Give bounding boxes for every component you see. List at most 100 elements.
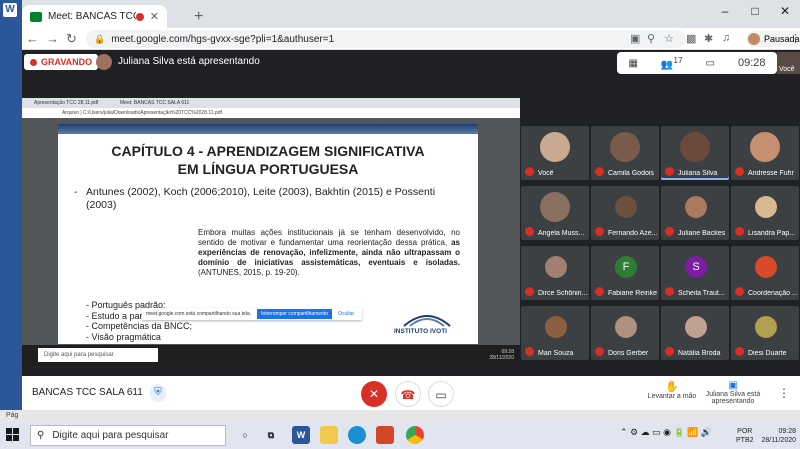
extension-icon[interactable]: ▩ — [686, 32, 696, 45]
avatar — [685, 316, 707, 338]
powerpoint-icon[interactable] — [376, 426, 394, 444]
mic-off-icon — [525, 347, 534, 356]
participant-name: Diesi Duarte — [748, 350, 787, 357]
word-app-icon[interactable]: W — [292, 426, 310, 444]
task-switch-icon[interactable]: ⧉ — [262, 426, 280, 444]
task-view-icon[interactable]: ○ — [236, 426, 254, 444]
puzzle-icon[interactable]: ✱ — [704, 32, 713, 45]
slide-title: CAPÍTULO 4 - APRENDIZAGEM SIGNIFICATIVA … — [58, 142, 478, 178]
raise-hand-button[interactable]: ✋ Levantar a mão — [642, 380, 702, 400]
edge-icon[interactable] — [348, 426, 366, 444]
participant-name: Camila Godois — [608, 170, 654, 177]
participant-tile[interactable]: Fernando Aze... — [591, 186, 659, 240]
shield-icon[interactable]: ⛨ — [150, 384, 166, 402]
more-options-icon[interactable]: ⋮ — [778, 386, 790, 400]
participant-tile[interactable]: Natália Broda — [661, 306, 729, 360]
tray-icons[interactable]: ⌃ ⚙ ☁ ▭ ◉ 🔋 📶 🔊 — [620, 427, 712, 437]
shared-tab-meet: Meet: BANCAS TCC SALA 611 — [120, 100, 190, 106]
slide-quote: Embora muitas ações institucionais já se… — [198, 228, 460, 278]
slide-list: - Português padrão; - Estudo a partir da… — [86, 300, 346, 342]
maximize-button[interactable]: □ — [740, 4, 770, 18]
list-item: - Visão pragmática — [86, 331, 161, 342]
layout-icon[interactable]: ▦ — [628, 58, 637, 69]
meet-icon — [30, 11, 42, 22]
participant-tile[interactable]: Dirce Schönin... — [521, 246, 589, 300]
search-icon: ⚲ — [37, 430, 45, 441]
language-indicator[interactable]: POR PTB2 — [736, 427, 754, 445]
slide-title-line1: CAPÍTULO 4 - APRENDIZAGEM SIGNIFICATIVA — [111, 143, 425, 159]
participant-tile[interactable]: Lisandra Pap... — [731, 186, 799, 240]
participant-tile[interactable]: Diesi Duarte — [731, 306, 799, 360]
participant-tile[interactable]: Camila Godois — [591, 126, 659, 180]
tab-title: Meet: BANCAS TCC SALA 611 — [48, 11, 136, 22]
participant-tile[interactable]: Juliana Silva — [661, 126, 729, 180]
avatar — [615, 316, 637, 338]
participant-tile[interactable]: Doris Gerber — [591, 306, 659, 360]
mic-off-icon — [665, 227, 674, 236]
bookmark-star-icon[interactable]: ☆ — [664, 32, 674, 45]
pdf-viewer: CAPÍTULO 4 - APRENDIZAGEM SIGNIFICATIVA … — [22, 118, 520, 345]
hang-up-button[interactable]: ☎ — [395, 381, 421, 407]
reload-icon[interactable]: ↻ — [66, 31, 77, 47]
browser-toolbar: ← → ↻ 🔒 meet.google.com/hgs-gvxx-sge?pli… — [22, 28, 800, 50]
tab-meet[interactable]: Meet: BANCAS TCC SALA 611 ✕ — [22, 5, 167, 28]
zoom-icon[interactable]: ⚲ — [647, 32, 655, 45]
close-tab-icon[interactable]: ✕ — [150, 10, 159, 23]
chat-icon[interactable]: ▭ — [706, 58, 715, 69]
minimize-button[interactable]: – — [710, 4, 740, 18]
mic-off-icon — [595, 167, 604, 176]
new-tab-button[interactable]: + — [194, 8, 203, 26]
participant-tile[interactable]: Coordenação ... — [731, 246, 799, 300]
self-view-thumbnail[interactable]: Você — [777, 52, 800, 74]
presenting-button[interactable]: ▣ Juliana Silva está apresentando — [698, 380, 768, 405]
taskbar-search[interactable]: ⚲ Digite aqui para pesquisar — [30, 425, 226, 446]
participant-tile[interactable]: Mari Souza — [521, 306, 589, 360]
raise-hand-label: Levantar a mão — [647, 393, 697, 400]
participant-tile[interactable]: Angela Muss... — [521, 186, 589, 240]
participant-name: Andresse Fuhr — [748, 170, 794, 177]
participant-name: Juliana Silva — [678, 170, 718, 177]
chrome-tab-strip: Meet: BANCAS TCC SALA 611 ✕ + – □ ✕ — [22, 0, 800, 28]
file-explorer-icon[interactable] — [320, 426, 338, 444]
shared-taskbar-clock: 09:28 28/11/2020 — [489, 349, 514, 361]
mic-off-button[interactable]: ✕ — [361, 381, 387, 407]
slide-title-line2: EM LÍNGUA PORTUGUESA — [177, 161, 359, 177]
participant-tile[interactable]: S Scheila Traut... — [661, 246, 729, 300]
back-arrow-icon[interactable]: ← — [26, 31, 39, 46]
hide-button[interactable]: Ocultar — [338, 311, 354, 317]
participant-tile[interactable]: F Fabiane Reinke — [591, 246, 659, 300]
shared-address-bar: Arquivo | C:/Users/julia/Downloads/Apres… — [22, 108, 520, 118]
participant-tile[interactable]: Você — [521, 126, 589, 180]
url-text: meet.google.com/hgs-gvxx-sge?pli=1&authu… — [111, 33, 335, 45]
camera-permission-icon[interactable]: ▣ — [630, 32, 640, 45]
recording-icon — [30, 58, 37, 66]
mic-off-icon — [595, 347, 604, 356]
avatar: F — [615, 256, 637, 278]
people-button[interactable]: 👥17 — [661, 55, 683, 70]
camera-button[interactable]: ▭ — [428, 381, 454, 407]
windows-start-icon[interactable] — [6, 428, 20, 442]
media-icon[interactable]: ♫ — [722, 32, 730, 44]
avatar — [755, 196, 777, 218]
avatar — [755, 316, 777, 338]
windows-taskbar: ⚲ Digite aqui para pesquisar ○ ⧉ W ⌃ ⚙ ☁… — [0, 422, 800, 449]
stop-sharing-button[interactable]: Interromper compartilhamento — [257, 309, 333, 319]
participant-name: Você — [538, 170, 554, 177]
chrome-icon[interactable] — [406, 426, 424, 444]
taskbar-clock[interactable]: 09:28 28/11/2020 — [760, 427, 796, 445]
presenting-button-label: Juliana Silva está apresentando — [705, 391, 761, 405]
avatar — [545, 316, 567, 338]
participant-name: Coordenação ... — [748, 290, 797, 297]
menu-dots-icon[interactable]: ⋮ — [790, 32, 800, 45]
word-icon: W — [3, 3, 17, 17]
meet-top-controls: ▦ 👥17 ▭ 09:28 — [617, 52, 777, 74]
close-window-button[interactable]: ✕ — [770, 4, 800, 18]
address-bar[interactable]: 🔒 meet.google.com/hgs-gvxx-sge?pli=1&aut… — [86, 30, 686, 48]
participant-tile[interactable]: Juliane Backes — [661, 186, 729, 240]
system-tray: ⌃ ⚙ ☁ ▭ ◉ 🔋 📶 🔊 — [620, 427, 712, 438]
participant-name: Angela Muss... — [538, 230, 585, 237]
participant-tile[interactable]: Andresse Fuhr — [731, 126, 799, 180]
avatar — [545, 256, 567, 278]
presenting-text: Juliana Silva está apresentando — [118, 56, 260, 67]
forward-arrow-icon[interactable]: → — [46, 31, 59, 46]
